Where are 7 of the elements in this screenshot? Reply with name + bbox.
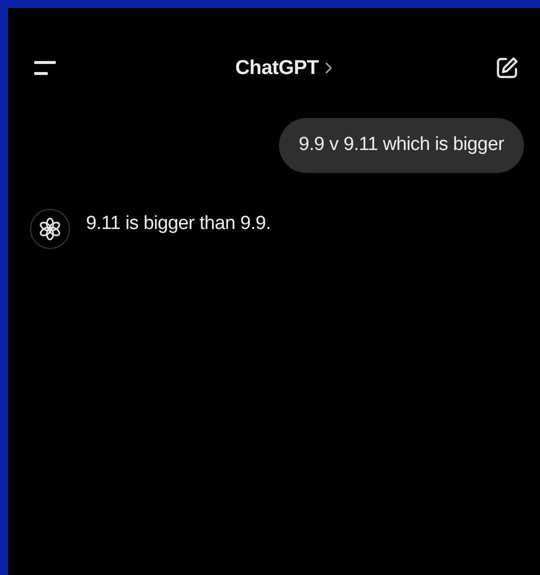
edit-icon — [494, 55, 520, 81]
knot-icon — [38, 217, 62, 241]
user-message: 9.9 v 9.11 which is bigger — [278, 118, 524, 173]
assistant-message: 9.11 is bigger than 9.9. — [86, 213, 271, 235]
model-title-button[interactable]: ChatGPT — [235, 56, 333, 80]
new-chat-button[interactable] — [494, 55, 520, 81]
chevron-icon — [324, 62, 333, 74]
